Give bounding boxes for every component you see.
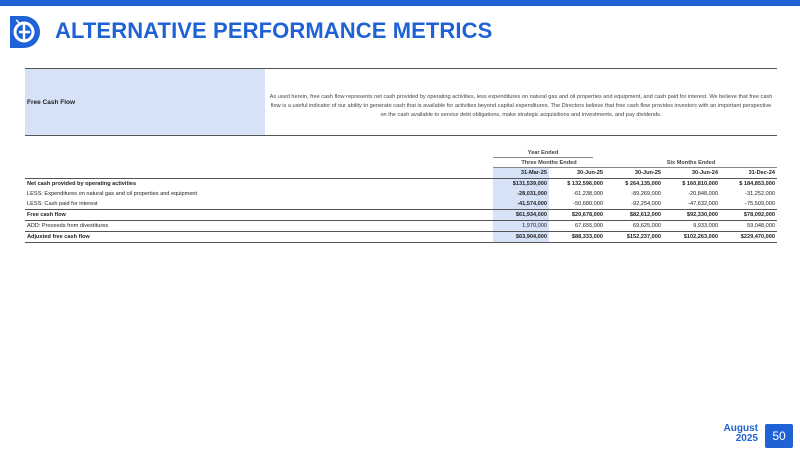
year-ended-header: Year Ended bbox=[493, 148, 593, 158]
table-row: LESS: Expenditures on natural gas and oi… bbox=[25, 189, 777, 199]
row-label: LESS: Cash paid for interest bbox=[27, 201, 98, 207]
cell-value: $63,904,000 bbox=[493, 231, 549, 243]
row-label: LESS: Expenditures on natural gas and oi… bbox=[27, 191, 198, 197]
footer-year: 2025 bbox=[735, 433, 758, 444]
cell-value: -28,031,000 bbox=[493, 189, 549, 199]
cell-value: $88,333,000 bbox=[549, 231, 605, 243]
company-logo-icon bbox=[10, 16, 40, 48]
column-header: 30-Jun-25 bbox=[576, 170, 603, 176]
table-row: ADD: Proceeds from divestitures 1,970,00… bbox=[25, 220, 777, 232]
cell-value: 59,048,000 bbox=[720, 220, 777, 232]
cell-value: -75,509,000 bbox=[745, 201, 775, 207]
table-row: Adjusted free cash flow $63,904,000 $88,… bbox=[25, 231, 777, 243]
column-header-row: 31-Mar-25 30-Jun-25 30-Jun-25 30-Jun-24 … bbox=[25, 168, 777, 179]
row-label: ADD: Proceeds from divestitures bbox=[25, 220, 493, 232]
cell-value: 69,625,000 bbox=[605, 220, 663, 232]
cell-value: -31,252,000 bbox=[745, 191, 775, 197]
row-label: Adjusted free cash flow bbox=[25, 231, 493, 243]
table-row: Net cash provided by operating activitie… bbox=[25, 178, 777, 189]
cell-value: -89,269,000 bbox=[631, 191, 661, 197]
column-header: 31-Dec-24 bbox=[748, 170, 775, 176]
cell-value: -61,238,000 bbox=[573, 191, 603, 197]
cell-value: $78,092,000 bbox=[720, 209, 777, 221]
page-title: ALTERNATIVE PERFORMANCE METRICS bbox=[55, 18, 493, 43]
page-number: 50 bbox=[765, 424, 793, 448]
cell-value: -92,254,000 bbox=[631, 201, 661, 207]
cell-value: 1,970,000 bbox=[493, 220, 549, 232]
cell-value: $20,678,000 bbox=[549, 209, 605, 221]
cell-value: $102,263,000 bbox=[663, 231, 720, 243]
definition-term: Free Cash Flow bbox=[25, 69, 265, 135]
column-header: 30-Jun-25 bbox=[634, 170, 661, 176]
cell-value: $82,612,000 bbox=[605, 209, 663, 221]
cell-value: $152,237,000 bbox=[605, 231, 663, 243]
top-accent-bar bbox=[0, 0, 800, 6]
definition-text: As used herein, free cash flow represent… bbox=[269, 94, 773, 118]
three-months-header: Three Months Ended bbox=[493, 158, 605, 168]
cell-value: $ 264,135,000 bbox=[605, 178, 663, 189]
row-label: Net cash provided by operating activitie… bbox=[25, 178, 493, 189]
metrics-table: Year Ended Three Months Ended Six Months… bbox=[25, 148, 777, 243]
cell-value: 9,933,000 bbox=[663, 220, 720, 232]
data-table: 31-Mar-25 30-Jun-25 30-Jun-25 30-Jun-24 … bbox=[25, 168, 777, 243]
cell-value: -41,574,000 bbox=[493, 199, 549, 210]
cell-value: $131,539,000 bbox=[493, 178, 549, 189]
footer-date: August 2025 bbox=[724, 424, 758, 444]
table-row: LESS: Cash paid for interest -41,574,000… bbox=[25, 199, 777, 210]
table-row: Free cash flow $61,934,000 $20,678,000 $… bbox=[25, 209, 777, 221]
cell-value: $92,330,000 bbox=[663, 209, 720, 221]
cell-value: -47,632,000 bbox=[688, 201, 718, 207]
definition-box: Free Cash Flow As used herein, free cash… bbox=[25, 68, 777, 136]
column-header: 30-Jun-24 bbox=[691, 170, 718, 176]
row-label: Free cash flow bbox=[25, 209, 493, 221]
column-header: 31-Mar-25 bbox=[493, 168, 549, 179]
cell-value: $61,934,000 bbox=[493, 209, 549, 221]
cell-value: $ 160,810,000 bbox=[663, 178, 720, 189]
cell-value: 67,655,000 bbox=[549, 220, 605, 232]
cell-value: $229,470,000 bbox=[720, 231, 777, 243]
cell-value: $ 184,853,000 bbox=[720, 178, 777, 189]
six-months-header: Six Months Ended bbox=[605, 158, 777, 168]
cell-value: -20,848,000 bbox=[688, 191, 718, 197]
cell-value: $ 132,596,000 bbox=[549, 178, 605, 189]
cell-value: -50,680,000 bbox=[573, 201, 603, 207]
